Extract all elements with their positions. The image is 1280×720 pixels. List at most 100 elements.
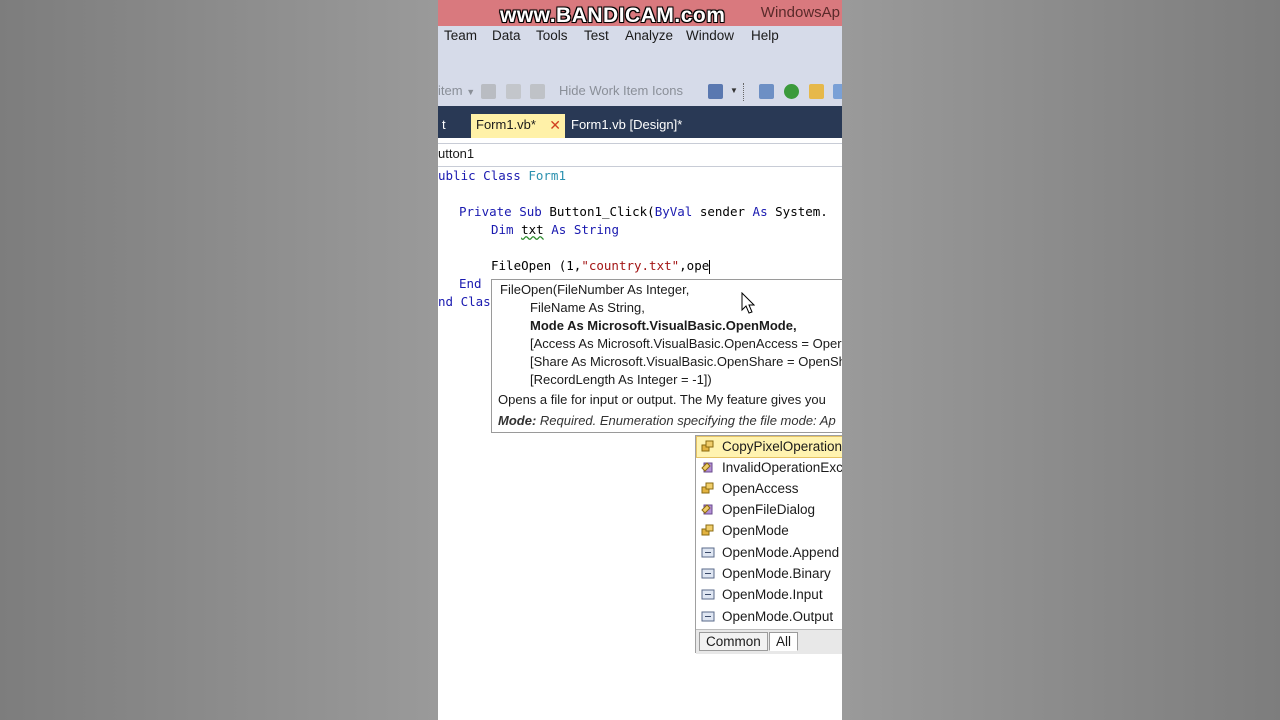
code-token: Form1 [528,168,566,183]
completion-item[interactable]: OpenFileDialog [697,500,842,520]
recording-watermark: www.BANDICAM.com [500,4,726,27]
tooltip-mode-label: Mode: [498,413,537,428]
chevron-down-icon[interactable]: ▼ [730,86,738,95]
completion-item[interactable]: OpenMode.Output [697,607,842,627]
menu-window[interactable]: Window [686,28,734,43]
completion-filter-tabs: Common All [696,629,842,654]
code-line-end-sub: End [459,276,482,291]
tooltip-mode-text: Required. Enumeration specifying the fil… [539,413,836,428]
toolbar-grip [743,83,746,101]
tab-common[interactable]: Common [699,632,768,651]
code-token: ByVal [654,204,693,219]
code-token: Private [459,204,512,219]
completion-item[interactable]: InvalidOperationExce [697,458,842,478]
completion-item[interactable]: OpenAccess [697,479,842,499]
work-item-toolbar: item ▼ Hide Work Item Icons ▼ [438,78,842,106]
tooltip-param-mode: Mode As Microsoft.VisualBasic.OpenMode, [530,318,797,333]
code-token: System. [775,204,828,219]
code-line-fileopen[interactable]: FileOpen (1,"country.txt",ope [491,258,711,274]
code-token: ublic [438,168,476,183]
code-line-dim: Dim txt As String [491,222,619,237]
completion-item-label: InvalidOperationExce [722,460,842,475]
completion-item-label: OpenMode.Input [722,587,823,602]
find-icon[interactable] [530,84,545,99]
enum-member-icon [701,589,715,600]
code-token: End [459,276,482,291]
class-icon [701,504,713,515]
document-tab-bar: t Form1.vb* ✕ Form1.vb [Design]* [438,106,842,138]
menu-bar: Team Data Tools Test Analyze Window Help [438,26,842,48]
window-title: WindowsAp [760,4,840,21]
parameter-info-tooltip: FileOpen(FileNumber As Integer, FileName… [491,279,842,433]
menu-team[interactable]: Team [444,28,477,43]
layout-icon[interactable] [708,84,723,99]
code-token: nd [438,294,454,309]
copy-icon[interactable] [506,84,521,99]
code-token: Dim [491,222,514,237]
video-pillarbox-left [0,0,438,720]
intellisense-completion-list: CopyPixelOperation InvalidOperationExce … [695,435,842,654]
standard-toolbar [438,48,842,78]
close-icon[interactable]: ✕ [549,114,561,136]
enum-icon [701,440,714,452]
tooltip-mode-help: Mode: Required. Enumeration specifying t… [498,413,836,428]
code-navigation-bar: utton1 [438,143,842,167]
hide-work-item-icons-button[interactable]: Hide Work Item Icons [559,83,683,98]
enum-member-icon [701,568,715,579]
open-folder-icon[interactable] [809,84,824,99]
code-token: Clas [460,294,491,309]
tooltip-param-recordlength: [RecordLength As Integer = -1]) [530,372,712,387]
video-pillarbox-right [842,0,1280,720]
globe-icon[interactable] [784,84,799,99]
window-icon[interactable] [833,84,842,99]
link-icon[interactable] [481,84,496,99]
work-item-dropdown[interactable]: item ▼ [438,83,475,98]
code-line-sub: Private Sub Button1_Click(ByVal sender A… [459,204,828,219]
code-token: As [551,222,567,237]
menu-analyze[interactable]: Analyze [625,28,673,43]
completion-item[interactable]: CopyPixelOperation [696,436,842,458]
completion-item[interactable]: OpenMode.Binary [697,564,842,584]
solution-explorer-icon[interactable] [759,84,774,99]
menu-help[interactable]: Help [751,28,779,43]
completion-item-label: OpenMode.Append [722,545,840,560]
code-line-end-class: nd Clas [438,294,491,309]
chevron-down-icon: ▼ [466,87,476,97]
object-dropdown[interactable]: utton1 [438,146,474,161]
enum-icon [701,482,714,494]
tooltip-param-filename: FileName As String, [530,300,645,315]
mouse-pointer-icon [741,292,755,314]
code-token: Class [483,168,521,183]
completion-item[interactable]: OpenMode [697,521,842,541]
completion-item[interactable]: OpenMode.Input [697,585,842,605]
code-token: txt [521,222,544,237]
menu-data[interactable]: Data [492,28,521,43]
code-token: "country.txt" [581,258,680,273]
tooltip-signature: FileOpen(FileNumber As Integer, [500,282,690,297]
completion-item[interactable]: OpenMode.Append [697,543,842,563]
completion-item-label: OpenAccess [722,481,799,496]
class-icon [701,462,713,473]
completion-item-label: CopyPixelOperation [722,439,842,454]
tab-form1-vb[interactable]: Form1.vb* ✕ [471,114,565,138]
tab-previous[interactable]: t [438,114,450,138]
completion-item-label: OpenMode.Output [722,609,834,624]
tooltip-description: Opens a file for input or output. The My… [498,392,826,407]
tab-all[interactable]: All [769,632,799,651]
code-token: Sub [519,204,542,219]
title-bar: WindowsAp www.BANDICAM.com [438,0,842,27]
tooltip-param-access: [Access As Microsoft.VisualBasic.OpenAcc… [530,336,842,351]
completion-item-label: OpenMode.Binary [722,566,831,581]
enum-member-icon [701,547,715,558]
enum-icon [701,524,714,536]
text-caret [709,259,711,274]
tab-form1-design[interactable]: Form1.vb [Design]* [567,114,686,138]
code-token: Button1_Click( [549,204,655,219]
completion-item-label: OpenMode [722,523,789,538]
work-item-dropdown-label: item [438,83,463,98]
menu-test[interactable]: Test [584,28,609,43]
menu-tools[interactable]: Tools [536,28,568,43]
code-token: ,ope [679,258,710,273]
tab-form1-vb-label: Form1.vb* [476,117,536,132]
code-line-class: ublic Class Form1 [438,168,566,183]
